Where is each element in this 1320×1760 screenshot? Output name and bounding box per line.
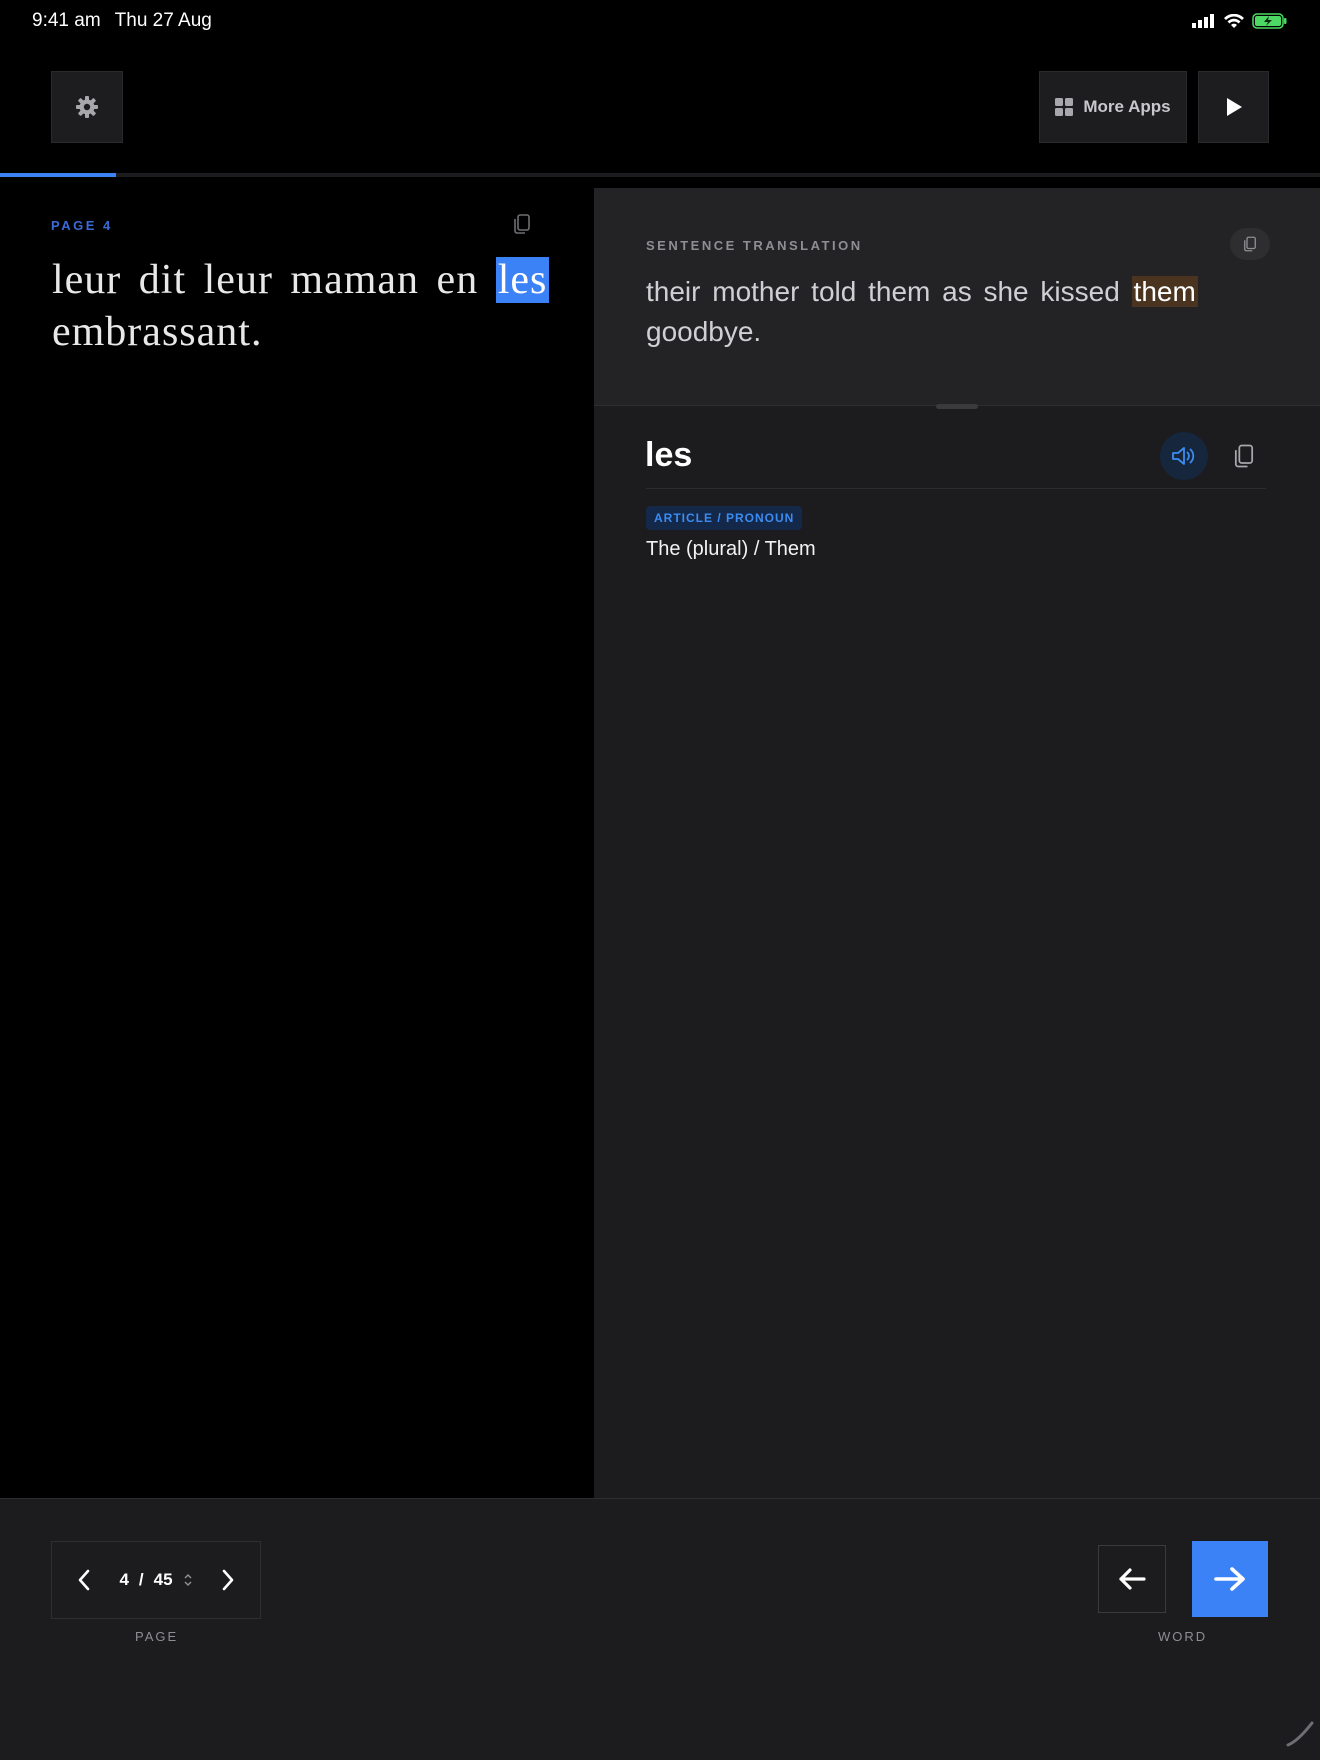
translation-pane: SENTENCE TRANSLATION their mother told t… — [594, 188, 1320, 1498]
more-apps-label: More Apps — [1083, 97, 1171, 116]
word-nav-label: WORD — [1158, 1629, 1208, 1644]
page-separator: / — [138, 1570, 144, 1589]
reading-progress-fill — [0, 173, 117, 177]
cellular-signal-icon — [1192, 14, 1214, 28]
word-title: les — [645, 436, 693, 474]
translated-sentence: their mother told them as she kissed the… — [646, 272, 1276, 352]
divider — [646, 488, 1266, 489]
pronounce-button[interactable] — [1160, 432, 1208, 480]
status-left: 9:41 am Thu 27 Aug — [32, 10, 212, 32]
copy-icon[interactable] — [510, 212, 534, 236]
status-time: 9:41 am — [32, 10, 101, 31]
wifi-icon — [1224, 13, 1244, 28]
bottom-navigation-bar: 4 / 45 PAGE WORD — [0, 1498, 1320, 1760]
page-label: PAGE 4 — [51, 218, 113, 233]
status-right — [1192, 13, 1288, 29]
current-page: 4 — [119, 1570, 129, 1589]
battery-charging-icon — [1252, 13, 1287, 29]
original-text-pane: PAGE 4 leur dit leur maman en les embras… — [0, 188, 594, 1498]
next-page-button[interactable] — [210, 1562, 246, 1598]
sentence-translation-card: SENTENCE TRANSLATION their mother told t… — [594, 188, 1320, 406]
reading-progress-bar — [0, 173, 1320, 177]
status-date: Thu 27 Aug — [114, 10, 212, 31]
arrow-right-icon — [1214, 1567, 1245, 1591]
chevron-up-down-icon — [184, 1573, 192, 1587]
top-toolbar: More Apps — [0, 42, 1320, 172]
resize-handle[interactable] — [936, 404, 978, 409]
grid-icon — [1055, 98, 1074, 116]
page-picker[interactable]: 4 / 45 — [119, 1570, 192, 1590]
scribble-indicator-icon — [1286, 1721, 1314, 1747]
arrow-left-icon — [1119, 1568, 1146, 1590]
copy-icon — [1244, 236, 1256, 252]
play-icon — [1226, 98, 1242, 116]
previous-word-button[interactable] — [1098, 1545, 1166, 1613]
previous-page-button[interactable] — [66, 1562, 102, 1598]
chevron-left-icon — [78, 1569, 90, 1591]
selected-word[interactable]: les — [495, 257, 550, 303]
translation-text-before: their mother told them as she kissed — [646, 276, 1132, 307]
next-word-button[interactable] — [1192, 1541, 1268, 1617]
total-pages: 45 — [153, 1570, 173, 1589]
settings-button[interactable] — [51, 71, 123, 143]
original-sentence: leur dit leur maman en les embrassant. — [52, 254, 552, 358]
gear-icon — [76, 96, 98, 118]
page-nav-label: PAGE — [135, 1629, 179, 1644]
word-definition: The (plural) / Them — [646, 538, 816, 560]
part-of-speech-badge: ARTICLE / PRONOUN — [646, 506, 803, 530]
translated-highlight-word: them — [1131, 276, 1198, 307]
translation-text-after: goodbye. — [646, 316, 762, 347]
original-text-before[interactable]: leur dit leur maman en — [52, 257, 496, 303]
copy-translation-button[interactable] — [1230, 228, 1270, 260]
page-navigator: 4 / 45 — [51, 1541, 261, 1619]
original-text-after[interactable]: embrassant. — [52, 309, 262, 355]
copy-word-button[interactable] — [1228, 440, 1260, 472]
status-bar: 9:41 am Thu 27 Aug — [0, 0, 1320, 42]
more-apps-button[interactable]: More Apps — [1039, 71, 1187, 143]
chevron-right-icon — [222, 1569, 234, 1591]
play-button[interactable] — [1198, 71, 1269, 143]
speaker-icon — [1172, 447, 1195, 465]
copy-icon — [1234, 444, 1254, 468]
sentence-translation-label: SENTENCE TRANSLATION — [646, 238, 863, 253]
